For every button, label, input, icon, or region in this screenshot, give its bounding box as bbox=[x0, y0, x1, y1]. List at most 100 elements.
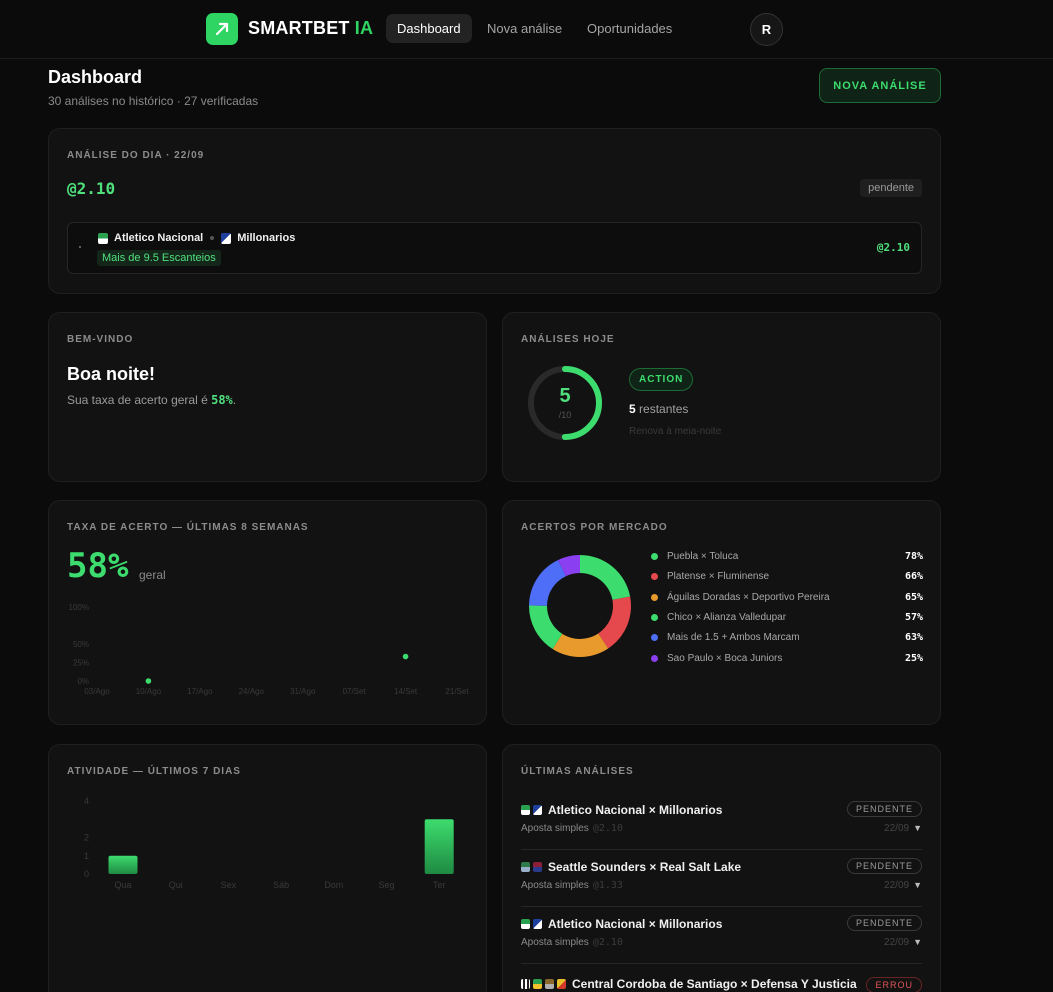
activity-bar[interactable] bbox=[424, 819, 454, 874]
y-tick-label: 2 bbox=[84, 833, 89, 843]
rate-text: Sua taxa de acerto geral é 58%. bbox=[67, 393, 237, 407]
separator-dot-icon bbox=[210, 236, 215, 240]
nav-dashboard[interactable]: Dashboard bbox=[386, 14, 472, 43]
day-analysis-label: ANÁLISE DO DIA · 22/09 bbox=[67, 150, 205, 161]
chevron-down-icon[interactable]: ▼ bbox=[913, 937, 922, 947]
legend-name: Puebla × Toluca bbox=[667, 551, 739, 562]
activity-card: ATIVIDADE — ÚLTIMOS 7 DIAS 0 1 2 4 Qua Qui Sex… bbox=[48, 744, 487, 992]
logo[interactable] bbox=[206, 13, 238, 45]
latest-item[interactable]: Atletico Nacional × Millonarios Aposta s… bbox=[521, 907, 922, 964]
latest-item[interactable]: Atletico Nacional × Millonarios Aposta s… bbox=[521, 793, 922, 850]
y-tick-label: 100% bbox=[69, 603, 89, 612]
status-badge: pendente bbox=[860, 179, 922, 197]
latest-item-type: Aposta simples @2.10 bbox=[521, 937, 623, 948]
home-crest-icon bbox=[521, 805, 530, 815]
latest-item-title: Atletico Nacional × Millonarios bbox=[521, 917, 722, 931]
market-card: ACERTOS POR MERCADO Puebla × Toluca 78% Pl… bbox=[502, 500, 941, 725]
donut-slice[interactable] bbox=[552, 633, 609, 657]
x-tick-label: Sáb bbox=[273, 880, 289, 890]
rate-chart-card: TAXA DE ACERTO — ÚLTIMAS 8 SEMANAS 58% g… bbox=[48, 500, 487, 725]
x-tick-label: 10/Ago bbox=[136, 687, 162, 696]
legend-item[interactable]: Sao Paulo × Boca Juniors 25% bbox=[651, 653, 923, 667]
top-bar: SMARTBET IA Dashboard Nova análise Oport… bbox=[0, 0, 1053, 59]
latest-item[interactable]: Seattle Sounders × Real Salt Lake Aposta… bbox=[521, 850, 922, 907]
home-crest-icon bbox=[521, 979, 530, 989]
y-tick-label: 4 bbox=[84, 796, 89, 806]
legend-item[interactable]: Águilas Doradas × Deportivo Pereira 65% bbox=[651, 592, 923, 606]
usage-ring: 5 /10 bbox=[526, 364, 604, 442]
away-crest-icon bbox=[533, 919, 542, 929]
y-tick-label: 0% bbox=[77, 677, 89, 686]
atletico-nacional-crest-icon bbox=[98, 232, 108, 244]
market-tag: Mais de 9.5 Escanteios bbox=[97, 250, 221, 266]
x-tick-label: Dom bbox=[324, 880, 343, 890]
legend-item[interactable]: Puebla × Toluca 78% bbox=[651, 551, 923, 565]
page-title: Dashboard bbox=[48, 67, 143, 87]
x-tick-label: 07/Set bbox=[343, 687, 367, 696]
match-row[interactable]: Atletico Nacional Millonarios Mais de 9.… bbox=[67, 222, 922, 274]
away-crest-icon bbox=[533, 862, 542, 872]
donut-slice[interactable] bbox=[598, 596, 631, 649]
legend-value: 66% bbox=[904, 571, 923, 583]
x-tick-label: Qui bbox=[169, 880, 183, 890]
legend-item[interactable]: Mais de 1.5 + Ambos Marcam 63% bbox=[651, 632, 923, 646]
user-avatar[interactable]: R bbox=[750, 13, 783, 46]
legend-value: 57% bbox=[904, 611, 923, 623]
legend-dot-icon bbox=[651, 553, 658, 560]
home-crest-icon bbox=[521, 862, 530, 872]
match-odd: @2.10 bbox=[876, 241, 910, 254]
latest-item-title: Atletico Nacional × Millonarios bbox=[521, 803, 722, 817]
data-point[interactable] bbox=[402, 653, 409, 660]
x-tick-label: Qua bbox=[114, 880, 131, 890]
x-tick-label: 03/Ago bbox=[84, 687, 110, 696]
market-label: ACERTOS POR MERCADO bbox=[521, 522, 668, 533]
today-card: ANÁLISES HOJE 5 /10 ACTION 5 restantes R… bbox=[502, 312, 941, 482]
latest-item-date: 22/09 ▼ bbox=[884, 937, 922, 948]
latest-item[interactable]: Central Cordoba de Santiago × Defensa Y … bbox=[521, 964, 922, 992]
legend-dot-icon bbox=[651, 654, 658, 662]
legend-name: Platense × Fluminense bbox=[667, 571, 770, 583]
day-analysis-card: ANÁLISE DO DIA · 22/09 @2.10 pendente At… bbox=[48, 128, 941, 294]
chevron-down-icon[interactable]: ▼ bbox=[913, 880, 922, 890]
latest-item-date: 22/09 ▼ bbox=[884, 880, 922, 891]
legend-value: 63% bbox=[904, 632, 923, 644]
x-tick-label: Sex bbox=[221, 880, 237, 890]
match-teams: Atletico Nacional Millonarios bbox=[98, 232, 295, 244]
remaining-text: 5 restantes bbox=[629, 402, 689, 416]
legend-item[interactable]: Chico × Alianza Valledupar 57% bbox=[651, 612, 923, 626]
chevron-down-icon[interactable]: ▼ bbox=[913, 823, 922, 833]
new-analysis-button[interactable]: NOVA ANÁLISE bbox=[819, 68, 941, 103]
nav-nova-analise[interactable]: Nova análise bbox=[476, 14, 573, 43]
x-tick-label: 31/Ago bbox=[290, 687, 316, 696]
today-label: ANÁLISES HOJE bbox=[521, 334, 615, 345]
x-tick-label: Seg bbox=[378, 880, 394, 890]
renew-text: Renova à meia-noite bbox=[629, 426, 722, 437]
activity-label: ATIVIDADE — ÚLTIMOS 7 DIAS bbox=[67, 766, 241, 777]
brand-name[interactable]: SMARTBET IA bbox=[248, 18, 373, 39]
y-tick-label: 1 bbox=[84, 851, 89, 861]
activity-bar[interactable] bbox=[108, 855, 138, 874]
bullet-icon bbox=[79, 246, 81, 248]
legend-item[interactable]: Platense × Fluminense 66% bbox=[651, 571, 923, 585]
legend-dot-icon bbox=[651, 613, 658, 621]
league-crest-icon bbox=[545, 979, 554, 989]
millonarios-crest-icon bbox=[221, 232, 232, 244]
welcome-card: BEM-VINDO Boa noite! Sua taxa de acerto … bbox=[48, 312, 487, 482]
x-tick-label: 21/Set bbox=[445, 687, 469, 696]
extra-crest-icon bbox=[557, 979, 566, 989]
rate-scatter-chart: 0% 25% 50% 100% 03/Ago 10/Ago 17/Ago 24/Ago 31/A… bbox=[69, 603, 470, 696]
day-odd: @2.10 bbox=[67, 179, 116, 198]
market-donut-chart bbox=[529, 555, 631, 657]
away-team: Millonarios bbox=[237, 232, 296, 244]
legend-dot-icon bbox=[651, 573, 658, 581]
page-subtitle: 30 análises no histórico · 27 verificada… bbox=[48, 94, 259, 108]
nav-oportunidades[interactable]: Oportunidades bbox=[576, 14, 683, 43]
legend-value: 78% bbox=[904, 551, 923, 562]
trend-arrow-icon bbox=[215, 22, 229, 36]
ring-used: 5 bbox=[559, 385, 571, 407]
data-point[interactable] bbox=[145, 678, 152, 684]
donut-slice[interactable] bbox=[580, 555, 631, 600]
y-tick-label: 0 bbox=[84, 869, 89, 879]
latest-item-type: Aposta simples @2.10 bbox=[521, 823, 623, 834]
donut-slice[interactable] bbox=[529, 559, 566, 606]
